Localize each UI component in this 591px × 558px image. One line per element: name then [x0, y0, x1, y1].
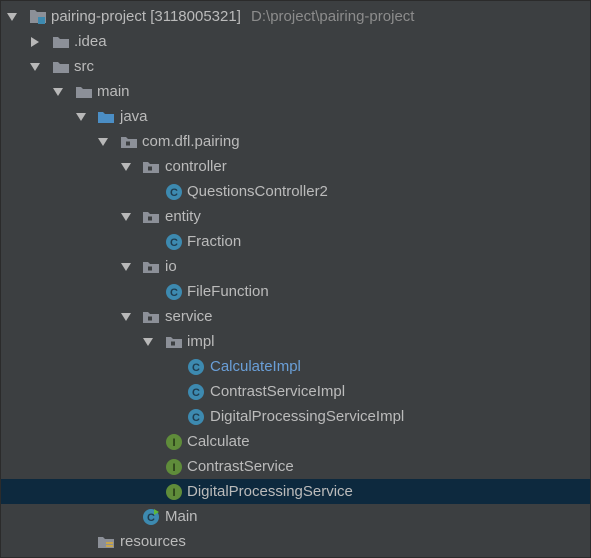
- tree-node-label: io: [165, 258, 177, 275]
- package-icon: [165, 333, 183, 351]
- interface-icon: [165, 483, 183, 501]
- chevron-down-icon[interactable]: [120, 304, 134, 329]
- chevron-down-icon[interactable]: [97, 129, 111, 154]
- tree-node-controller[interactable]: controller: [1, 154, 590, 179]
- chevron-down-icon[interactable]: [142, 329, 156, 354]
- main-class-icon: [142, 508, 160, 526]
- tree-node-contrast-service[interactable]: ContrastService: [1, 454, 590, 479]
- package-icon: [142, 258, 160, 276]
- tree-node-label: FileFunction: [187, 283, 269, 300]
- class-icon: [187, 358, 205, 376]
- tree-node-label: java: [120, 108, 148, 125]
- tree-node-service[interactable]: service: [1, 304, 590, 329]
- class-icon: [165, 183, 183, 201]
- tree-node-contrast-service-impl[interactable]: ContrastServiceImpl: [1, 379, 590, 404]
- tree-node-calculate-impl[interactable]: CalculateImpl: [1, 354, 590, 379]
- tree-node-digital-processing-service-impl[interactable]: DigitalProcessingServiceImpl: [1, 404, 590, 429]
- chevron-down-icon[interactable]: [120, 254, 134, 279]
- tree-node-resources[interactable]: resources: [1, 529, 590, 554]
- tree-node-label: ContrastServiceImpl: [210, 383, 346, 400]
- chevron-down-icon[interactable]: [29, 54, 43, 79]
- interface-icon: [165, 433, 183, 451]
- tree-node-label: Calculate: [187, 433, 250, 450]
- tree-node-src[interactable]: src: [1, 54, 590, 79]
- project-path: D:\project\pairing-project: [251, 8, 415, 25]
- tree-node-label: QuestionsController2: [187, 183, 328, 200]
- tree-node-idea[interactable]: .idea: [1, 29, 590, 54]
- tree-node-digital-processing-service[interactable]: DigitalProcessingService: [1, 479, 590, 504]
- tree-node-label: main: [97, 83, 130, 100]
- tree-node-label: com.dfl.pairing: [142, 133, 240, 150]
- project-tree: pairing-project [3118005321] D:\project\…: [0, 0, 591, 558]
- tree-node-package[interactable]: com.dfl.pairing: [1, 129, 590, 154]
- chevron-down-icon[interactable]: [6, 4, 20, 29]
- tree-node-label: Main: [165, 508, 198, 525]
- package-icon: [142, 158, 160, 176]
- folder-icon: [52, 33, 70, 51]
- tree-node-label: resources: [120, 533, 186, 550]
- tree-node-label: DigitalProcessingServiceImpl: [210, 408, 405, 425]
- tree-node-label: CalculateImpl: [210, 358, 301, 375]
- tree-node-questions-controller[interactable]: QuestionsController2: [1, 179, 590, 204]
- idea-label: idea: [78, 33, 107, 50]
- tree-node-label: src: [74, 58, 94, 75]
- tree-node-label: impl: [187, 333, 215, 350]
- class-icon: [165, 233, 183, 251]
- tree-node-impl[interactable]: impl: [1, 329, 590, 354]
- tree-node-entity[interactable]: entity: [1, 204, 590, 229]
- tree-node-label: .idea: [74, 33, 107, 50]
- source-folder-icon: [97, 108, 115, 126]
- class-icon: [165, 283, 183, 301]
- chevron-right-icon[interactable]: [29, 29, 43, 54]
- tree-node-io[interactable]: io: [1, 254, 590, 279]
- project-name: pairing-project: [51, 8, 147, 25]
- tree-node-label: service: [165, 308, 213, 325]
- class-icon: [187, 408, 205, 426]
- tree-node-label: entity: [165, 208, 201, 225]
- folder-icon: [52, 58, 70, 76]
- package-icon: [120, 133, 138, 151]
- chevron-down-icon[interactable]: [120, 154, 134, 179]
- tree-node-pairing-project[interactable]: pairing-project [3118005321] D:\project\…: [1, 4, 590, 29]
- tree-node-label: ContrastService: [187, 458, 294, 475]
- tree-node-main-class[interactable]: Main: [1, 504, 590, 529]
- tree-node-java[interactable]: java: [1, 104, 590, 129]
- folder-icon: [75, 83, 93, 101]
- chevron-down-icon[interactable]: [75, 104, 89, 129]
- package-icon: [142, 208, 160, 226]
- interface-icon: [165, 458, 183, 476]
- tree-node-file-function[interactable]: FileFunction: [1, 279, 590, 304]
- tree-node-label: controller: [165, 158, 227, 175]
- project-badge: [3118005321]: [150, 8, 241, 25]
- resources-folder-icon: [97, 533, 115, 551]
- module-icon: [29, 8, 47, 26]
- chevron-down-icon[interactable]: [52, 79, 66, 104]
- class-icon: [187, 383, 205, 401]
- tree-node-fraction[interactable]: Fraction: [1, 229, 590, 254]
- tree-node-label: DigitalProcessingService: [187, 483, 353, 500]
- tree-node-calculate[interactable]: Calculate: [1, 429, 590, 454]
- tree-node-label: Fraction: [187, 233, 242, 250]
- package-icon: [142, 308, 160, 326]
- tree-node-main[interactable]: main: [1, 79, 590, 104]
- chevron-down-icon[interactable]: [120, 204, 134, 229]
